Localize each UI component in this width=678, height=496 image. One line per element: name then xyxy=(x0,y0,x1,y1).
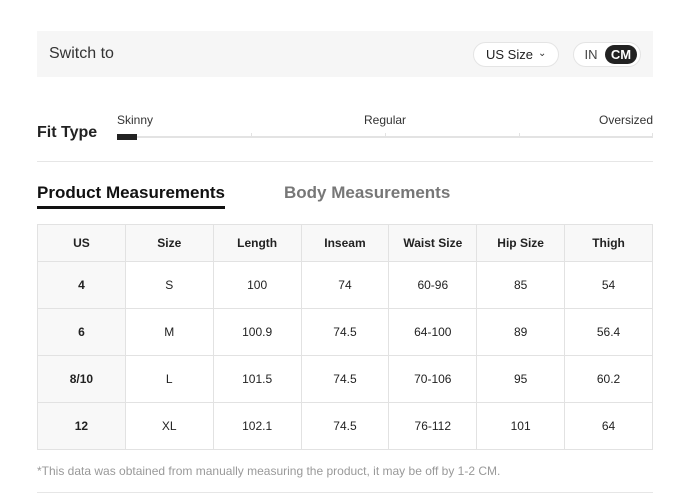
cell-inseam: 74 xyxy=(300,261,390,309)
cell-inseam: 74.5 xyxy=(300,308,390,356)
cell-thigh: 54 xyxy=(564,261,653,309)
cell-waist-size: 60-96 xyxy=(388,261,478,309)
cell-waist-size: 76-112 xyxy=(388,402,478,450)
unit-in-option[interactable]: IN xyxy=(577,47,605,62)
switch-to-label: Switch to xyxy=(49,45,114,62)
table-row: 6 M 100.9 74.5 64-100 89 56.4 xyxy=(37,308,653,356)
cell-size: M xyxy=(124,308,214,356)
table-row: 8/10 L 101.5 74.5 70-106 95 60.2 xyxy=(37,355,653,403)
measurement-disclaimer: *This data was obtained from manually me… xyxy=(37,464,501,478)
header-hip-size: Hip Size xyxy=(476,224,566,262)
cell-length: 100 xyxy=(212,261,302,309)
unit-toggle[interactable]: IN CM xyxy=(573,42,641,67)
header-thigh: Thigh xyxy=(564,224,653,262)
header-size: Size xyxy=(124,224,214,262)
fit-scale-tick xyxy=(251,133,252,138)
fit-scale-tick xyxy=(519,133,520,138)
fit-scale-tick xyxy=(652,133,653,138)
cell-inseam: 74.5 xyxy=(300,355,390,403)
cell-size: L xyxy=(124,355,214,403)
cell-us: 6 xyxy=(37,308,126,356)
cell-length: 101.5 xyxy=(212,355,302,403)
cell-size: XL xyxy=(124,402,214,450)
measurements-table: US Size Length Inseam Waist Size Hip Siz… xyxy=(37,224,653,450)
unit-cm-option[interactable]: CM xyxy=(605,45,637,64)
size-system-select[interactable]: US Size ⌄ xyxy=(473,42,560,67)
header-length: Length xyxy=(212,224,302,262)
header-inseam: Inseam xyxy=(300,224,390,262)
cell-length: 100.9 xyxy=(212,308,302,356)
cell-size: S xyxy=(124,261,214,309)
switch-bar: Switch to US Size ⌄ IN CM xyxy=(37,31,653,77)
fit-scale-tick xyxy=(385,133,386,138)
fit-label-regular: Regular xyxy=(364,113,407,127)
cell-thigh: 64 xyxy=(564,402,653,450)
cell-thigh: 56.4 xyxy=(564,308,653,356)
header-waist-size: Waist Size xyxy=(388,224,478,262)
table-row: 12 XL 102.1 74.5 76-112 101 64 xyxy=(37,402,653,450)
cell-us: 8/10 xyxy=(37,355,126,403)
cell-waist-size: 64-100 xyxy=(388,308,478,356)
chevron-down-icon: ⌄ xyxy=(537,48,547,59)
section-divider xyxy=(37,161,653,162)
tab-product-measurements[interactable]: Product Measurements xyxy=(37,183,225,209)
cell-inseam: 74.5 xyxy=(300,402,390,450)
cell-hip-size: 101 xyxy=(476,402,566,450)
cell-hip-size: 95 xyxy=(476,355,566,403)
tab-body-measurements[interactable]: Body Measurements xyxy=(284,183,450,203)
cell-waist-size: 70-106 xyxy=(388,355,478,403)
cell-hip-size: 85 xyxy=(476,261,566,309)
cell-length: 102.1 xyxy=(212,402,302,450)
cell-thigh: 60.2 xyxy=(564,355,653,403)
fit-label-skinny: Skinny xyxy=(117,113,154,127)
fit-scale-marker xyxy=(117,134,137,140)
table-row: 4 S 100 74 60-96 85 54 xyxy=(37,261,653,309)
fit-type-title: Fit Type xyxy=(37,124,98,141)
bottom-divider xyxy=(37,492,653,493)
size-system-value: US Size xyxy=(486,47,533,62)
table-header-row: US Size Length Inseam Waist Size Hip Siz… xyxy=(37,224,653,262)
cell-us: 4 xyxy=(37,261,126,309)
cell-us: 12 xyxy=(37,402,126,450)
cell-hip-size: 89 xyxy=(476,308,566,356)
header-us: US xyxy=(37,224,126,262)
fit-label-oversized: Oversized xyxy=(599,113,654,127)
